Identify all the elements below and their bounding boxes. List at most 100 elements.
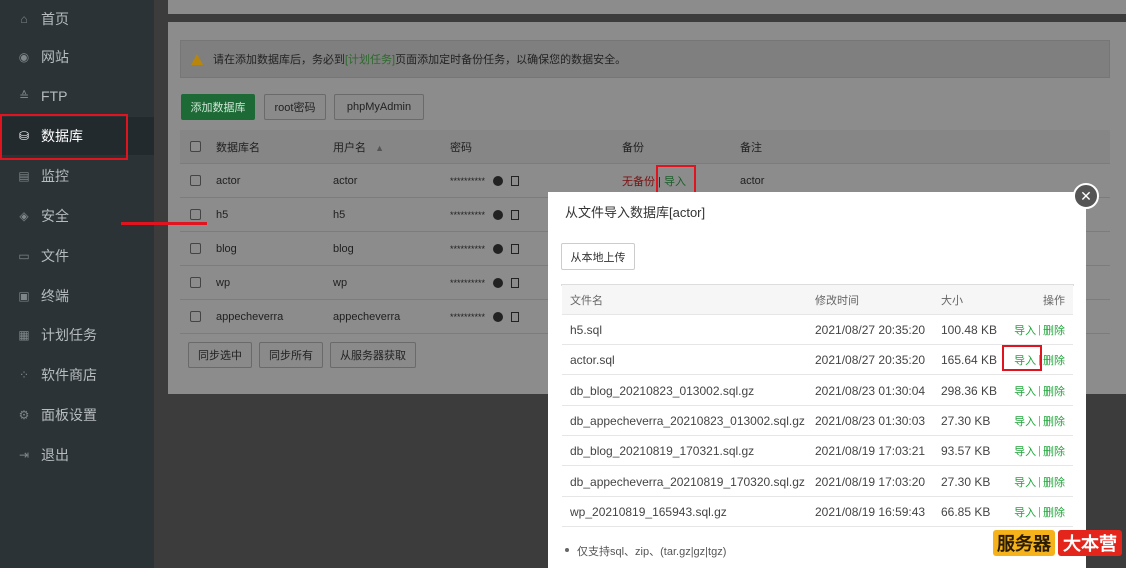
eye-icon[interactable] <box>493 311 504 322</box>
eye-icon[interactable] <box>493 277 504 288</box>
db-note[interactable]: actor <box>740 175 764 187</box>
file-delete-link[interactable]: 删除 <box>1043 443 1065 459</box>
sidebar-item[interactable]: ⌂ 首页 <box>0 0 154 38</box>
sidebar-item[interactable]: ⇥ 退出 <box>0 436 154 474</box>
file-name: actor.sql <box>570 353 615 368</box>
close-icon[interactable]: ✕ <box>1073 183 1099 209</box>
file-row: db_blog_20210823_013002.sql.gz 2021/08/23… <box>562 376 1073 406</box>
copy-icon[interactable] <box>511 209 520 220</box>
db-name: h5 <box>216 208 229 221</box>
db-name: appecheverra <box>216 310 284 323</box>
sidebar-item-label: 网站 <box>41 49 69 65</box>
copy-icon[interactable] <box>511 175 520 186</box>
sidebar-item[interactable]: ▣ 终端 <box>0 277 154 315</box>
eye-icon[interactable] <box>493 243 504 254</box>
panel-top-strip <box>168 0 1126 14</box>
file-size: 165.64 KB <box>941 353 998 368</box>
col-note: 备注 <box>740 141 762 154</box>
home-icon: ⌂ <box>20 12 28 26</box>
file-row: wp_20210819_165943.sql.gz 2021/08/19 16:5… <box>562 497 1073 527</box>
copy-icon[interactable] <box>511 311 520 322</box>
col-username[interactable]: 用户名 ▲ <box>333 139 384 155</box>
file-delete-link[interactable]: 删除 <box>1043 352 1065 368</box>
file-row: db_blog_20210819_170321.sql.gz 2021/08/19… <box>562 436 1073 467</box>
sidebar-item-label: 终端 <box>41 288 69 304</box>
file-import-link[interactable]: 导入 <box>1014 322 1036 338</box>
sidebar-item[interactable]: ⁘ 软件商店 <box>0 356 154 394</box>
col-size: 大小 <box>941 295 963 307</box>
file-size: 93.57 KB <box>941 444 991 459</box>
highlight-box-database <box>0 114 128 160</box>
file-row: h5.sql 2021/08/27 20:35:20 100.48 KB 导入 | 删除 <box>562 315 1073 345</box>
file-import-link[interactable]: 导入 <box>1014 383 1036 399</box>
file-table: 文件名 修改时间 大小 操作 h5.sql 2021/08/27 20:35:20… <box>561 284 1074 527</box>
add-database-button[interactable]: 添加数据库 <box>181 94 255 120</box>
copy-icon[interactable] <box>511 277 520 288</box>
root-password-button[interactable]: root密码 <box>264 94 326 120</box>
sync-all-button[interactable]: 同步所有 <box>259 342 323 368</box>
sidebar-item[interactable]: ▦ 计划任务 <box>0 316 154 354</box>
file-name: db_appecheverra_20210823_013002.sql.gz <box>570 413 805 428</box>
sidebar-item-label: 退出 <box>41 447 69 463</box>
file-import-link[interactable]: 导入 <box>1014 443 1036 459</box>
copy-icon[interactable] <box>511 243 520 254</box>
sync-selected-button[interactable]: 同步选中 <box>188 342 252 368</box>
file-row: db_appecheverra_20210819_170320.sql.gz 20… <box>562 467 1073 497</box>
db-password: ********** <box>450 209 486 220</box>
sidebar-item[interactable]: ≙ FTP <box>0 77 154 115</box>
gear-icon: ⚙ <box>18 408 30 422</box>
sidebar-item[interactable]: ◈ 安全 <box>0 197 154 235</box>
row-checkbox[interactable] <box>190 277 201 288</box>
sort-arrow-icon: ▲ <box>375 142 384 153</box>
file-ops: 导入 | 删除 <box>1014 315 1065 345</box>
upload-local-button[interactable]: 从本地上传 <box>561 243 635 270</box>
file-delete-link[interactable]: 删除 <box>1043 413 1065 429</box>
db-user: blog <box>333 242 354 255</box>
shield-icon: ◈ <box>19 209 29 223</box>
sidebar-item[interactable]: ▭ 文件 <box>0 237 154 275</box>
apps-icon: ⁘ <box>18 368 30 382</box>
sidebar: ⌂ 首页 ◉ 网站 ≙ FTP ⛁ 数据库 ▤ 监控 ◈ 安全 ▭ 文件 ▣ 终端 ▦ 计划任务 ⁘ 软件商店 ⚙ 面板设… <box>0 0 154 568</box>
sidebar-item-label: 软件商店 <box>41 367 97 383</box>
sidebar-item[interactable]: ▤ 监控 <box>0 157 154 195</box>
file-import-link[interactable]: 导入 <box>1014 474 1036 490</box>
row-checkbox[interactable] <box>190 175 201 186</box>
tips-list: 仅支持sql、zip、(tar.gz|gz|tgz) <box>563 543 726 559</box>
sidebar-item-label: 计划任务 <box>41 327 97 343</box>
file-import-link[interactable]: 导入 <box>1014 413 1036 429</box>
highlight-box-import <box>656 165 696 194</box>
eye-icon[interactable] <box>493 209 504 220</box>
row-checkbox[interactable] <box>190 209 201 220</box>
file-delete-link[interactable]: 删除 <box>1043 383 1065 399</box>
row-checkbox[interactable] <box>190 311 201 322</box>
select-all-checkbox[interactable] <box>190 141 201 152</box>
db-name: actor <box>216 174 241 187</box>
col-filename: 文件名 <box>570 295 603 307</box>
file-row: actor.sql 2021/08/27 20:35:20 165.64 KB 导入 |… <box>562 345 1073 376</box>
file-import-link[interactable]: 导入 <box>1014 504 1036 520</box>
col-modified: 修改时间 <box>815 295 859 307</box>
file-modified: 2021/08/27 20:35:20 <box>815 353 926 368</box>
row-checkbox[interactable] <box>190 243 201 254</box>
phpmyadmin-button[interactable]: phpMyAdmin <box>334 94 424 120</box>
sidebar-item[interactable]: ◉ 网站 <box>0 38 154 76</box>
col-backup: 备份 <box>622 141 644 154</box>
get-from-server-button[interactable]: 从服务器获取 <box>330 342 416 368</box>
db-name: wp <box>216 276 231 289</box>
file-ops: 导入 | 删除 <box>1014 497 1065 527</box>
db-user: wp <box>333 276 348 289</box>
eye-icon[interactable] <box>493 175 504 186</box>
file-name: db_blog_20210823_013002.sql.gz <box>570 383 755 398</box>
col-ops: 操作 <box>1043 295 1065 307</box>
file-size: 27.30 KB <box>941 413 991 428</box>
op-separator: | <box>1038 414 1041 427</box>
file-delete-link[interactable]: 删除 <box>1043 474 1065 490</box>
file-ops: 导入 | 删除 <box>1014 467 1065 497</box>
sidebar-item[interactable]: ⚙ 面板设置 <box>0 396 154 434</box>
file-delete-link[interactable]: 删除 <box>1043 322 1065 338</box>
highlight-box-file-import <box>1002 345 1042 371</box>
notice-schedule-link[interactable]: [计划任务] <box>345 51 395 67</box>
file-delete-link[interactable]: 删除 <box>1043 504 1065 520</box>
op-separator: | <box>1038 505 1041 518</box>
db-user: actor <box>333 174 358 187</box>
